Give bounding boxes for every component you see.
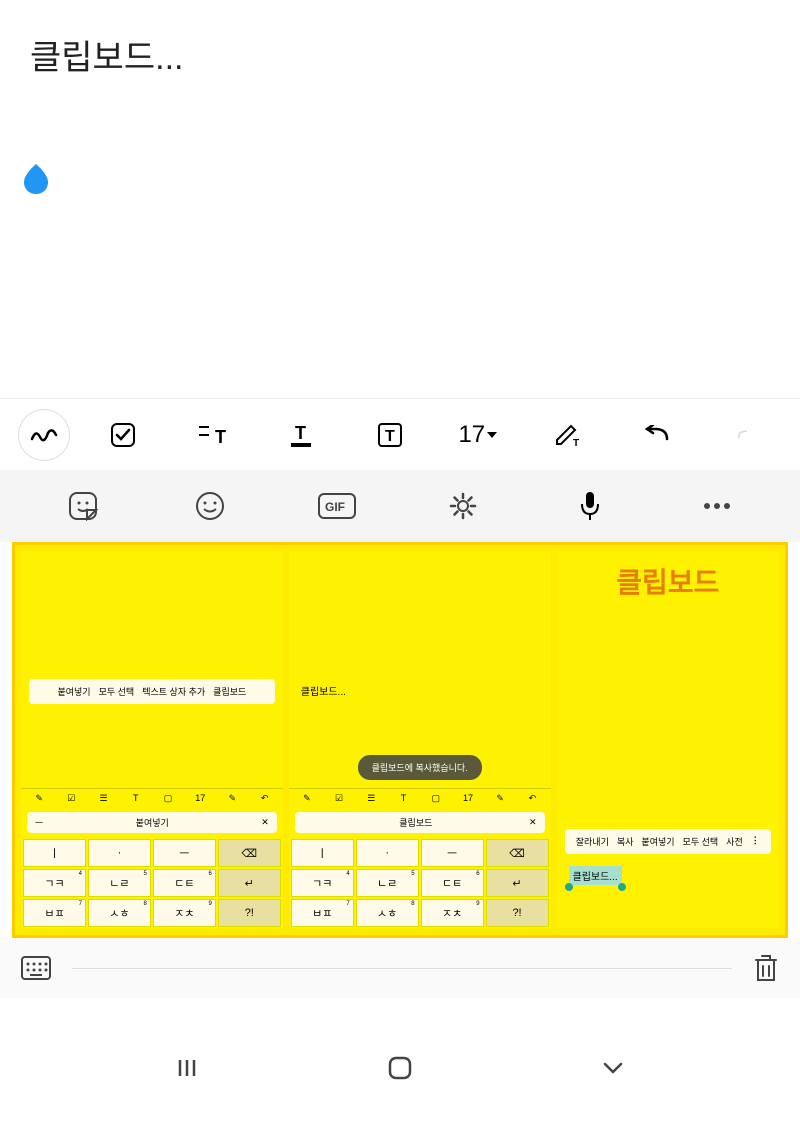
voice-button[interactable] [560, 490, 620, 522]
note-text[interactable]: 클립보드... [30, 30, 770, 79]
mini-keyboard-1: ㅣ · ㅡ ⌫ ㄱㅋ4 ㄴㄹ5 ㄷㅌ6 ↵ ㅂㅍ7 ㅅㅎ8 ㅈㅊ9 ?! [21, 837, 283, 929]
delete-button[interactable] [752, 952, 780, 984]
clip2-text: 클립보드... [289, 671, 551, 710]
mini-toolbar-1: ✎☑☰T▢17✎↶ [21, 788, 283, 808]
settings-button[interactable] [433, 490, 493, 522]
redo-button[interactable] [710, 410, 780, 460]
keyboard-toggle-button[interactable] [20, 955, 52, 981]
suggestion-row-2: 클립보드 ✕ [295, 812, 545, 833]
clipboard-title: 클립보드 [557, 551, 779, 605]
checkbox-button[interactable] [88, 410, 158, 460]
svg-text:T: T [573, 438, 579, 448]
context-menu-1: 붙여넣기 모두 선택 텍스트 상자 추가 클립보드 [29, 679, 275, 704]
navigation-bar [0, 1038, 800, 1098]
handwriting-button[interactable] [19, 410, 69, 460]
copy-toast: 클립보드에 복사했습니다. [358, 755, 482, 780]
mini-keyboard-2: ㅣ · ㅡ ⌫ ㄱㅋ4 ㄴㄹ5 ㄷㅌ6 ↵ ㅂㅍ7 ㅅㅎ8 ㅈㅊ9 ?! [289, 837, 551, 929]
home-button[interactable] [380, 1055, 420, 1081]
keyboard-toolbar: GIF [0, 470, 800, 542]
gif-button[interactable]: GIF [307, 492, 367, 520]
more-button[interactable] [687, 502, 747, 510]
format-toolbar: T T T 17 T [0, 398, 800, 470]
svg-text:GIF: GIF [325, 500, 345, 514]
text-color-button[interactable]: T [266, 410, 336, 460]
clipboard-item-1[interactable]: 붙여넣기 모두 선택 텍스트 상자 추가 클립보드 ✎☑☰T▢17✎↶ ㅡ 붙여… [21, 551, 283, 929]
clipboard-item-2[interactable]: 클립보드... 클립보드에 복사했습니다. ✎☑☰T▢17✎↶ 클립보드 ✕ ㅣ… [289, 551, 551, 929]
text-box-button[interactable]: T [355, 410, 425, 460]
pen-text-button[interactable]: T [533, 410, 603, 460]
clipboard-bottom-bar [0, 938, 800, 998]
note-content-area[interactable]: 클립보드... [0, 0, 800, 398]
svg-text:T: T [295, 423, 306, 443]
context-menu-3: 잘라내기 복사 붙여넣기 모두 선택 사전 ⋮ [565, 829, 771, 854]
font-size-value: 17 [458, 421, 485, 449]
mini-toolbar-2: ✎☑☰T▢17✎↶ [289, 788, 551, 808]
clipboard-panel: 붙여넣기 모두 선택 텍스트 상자 추가 클립보드 ✎☑☰T▢17✎↶ ㅡ 붙여… [12, 542, 788, 938]
selected-text: 클립보드... [569, 866, 622, 885]
suggestion-row-1: ㅡ 붙여넣기 ✕ [27, 812, 277, 833]
text-format-button[interactable]: T [177, 410, 247, 460]
clipboard-item-3[interactable]: 클립보드 잘라내기 복사 붙여넣기 모두 선택 사전 ⋮ 클립보드... [557, 551, 779, 929]
recents-button[interactable] [167, 1056, 207, 1080]
svg-text:T: T [215, 427, 226, 447]
spacer [72, 968, 732, 969]
svg-text:T: T [385, 428, 395, 445]
emoji-button[interactable] [180, 490, 240, 522]
cursor-handle[interactable] [24, 164, 48, 194]
font-size-button[interactable]: 17 [444, 410, 514, 460]
sticker-button[interactable] [53, 490, 113, 522]
back-button[interactable] [593, 1060, 633, 1076]
undo-button[interactable] [622, 410, 692, 460]
